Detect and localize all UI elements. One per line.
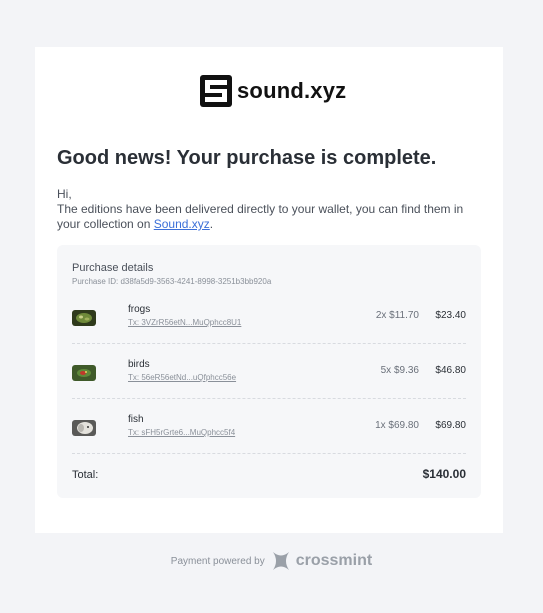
item-quantity-price: 1x $69.80 <box>375 420 419 431</box>
crossmint-logo-icon <box>272 552 289 570</box>
item-total: $23.40 <box>435 310 466 321</box>
email-card: sound.xyz Good news! Your purchase is co… <box>35 47 503 533</box>
item-total: $46.80 <box>435 365 466 376</box>
row-divider <box>72 453 466 454</box>
purchase-item-row: birds Tx: 56eR56etNd...uQfphcc56e 5x $9.… <box>72 354 466 409</box>
crossmint-logo-text[interactable]: crossmint <box>296 552 372 570</box>
total-value: $140.00 <box>422 467 466 481</box>
sound-link[interactable]: Sound.xyz <box>154 217 210 231</box>
total-label: Total: <box>72 469 99 481</box>
item-quantity-price: 2x $11.70 <box>375 310 419 321</box>
footer: Payment powered by crossmint <box>0 549 543 573</box>
footer-text: Payment powered by <box>170 555 265 567</box>
intro-suffix: . <box>209 217 214 231</box>
intro-message-text: The editions have been delivered directl… <box>57 202 464 231</box>
page-title: Good news! Your purchase is complete. <box>57 147 437 169</box>
sound-logo[interactable]: sound.xyz <box>200 75 346 107</box>
transaction-link[interactable]: Tx: 3VZrR56etN...MuQphcc8U1 <box>128 318 241 327</box>
row-divider <box>72 398 466 399</box>
sound-logo-text: sound.xyz <box>237 78 347 103</box>
item-name: fish <box>128 414 144 425</box>
item-name: birds <box>128 359 150 370</box>
frog-thumbnail-icon <box>72 310 96 326</box>
item-total: $69.80 <box>435 420 466 431</box>
purchase-details-panel: Purchase details Purchase ID: d38fa5d9-3… <box>57 245 481 498</box>
purchase-details-title: Purchase details <box>72 262 154 274</box>
intro-text: Hi, The editions have been delivered dir… <box>57 187 477 232</box>
intro-message: The editions have been delivered directl… <box>57 202 477 232</box>
greeting: Hi, <box>57 187 72 201</box>
transaction-link[interactable]: Tx: sFH5rGrte6...MuQphcc5f4 <box>128 428 235 437</box>
bird-thumbnail-icon <box>72 365 96 381</box>
fish-thumbnail-icon <box>72 420 96 436</box>
purchase-item-row: fish Tx: sFH5rGrte6...MuQphcc5f4 1x $69.… <box>72 409 466 464</box>
transaction-link[interactable]: Tx: 56eR56etNd...uQfphcc56e <box>128 373 236 382</box>
purchase-item-row: frogs Tx: 3VZrR56etN...MuQphcc8U1 2x $11… <box>72 299 466 354</box>
row-divider <box>72 343 466 344</box>
sound-logo-icon <box>200 75 232 107</box>
item-name: frogs <box>128 304 151 315</box>
purchase-id: Purchase ID: d38fa5d9-3563-4241-8998-325… <box>72 277 272 286</box>
item-quantity-price: 5x $9.36 <box>380 365 419 376</box>
